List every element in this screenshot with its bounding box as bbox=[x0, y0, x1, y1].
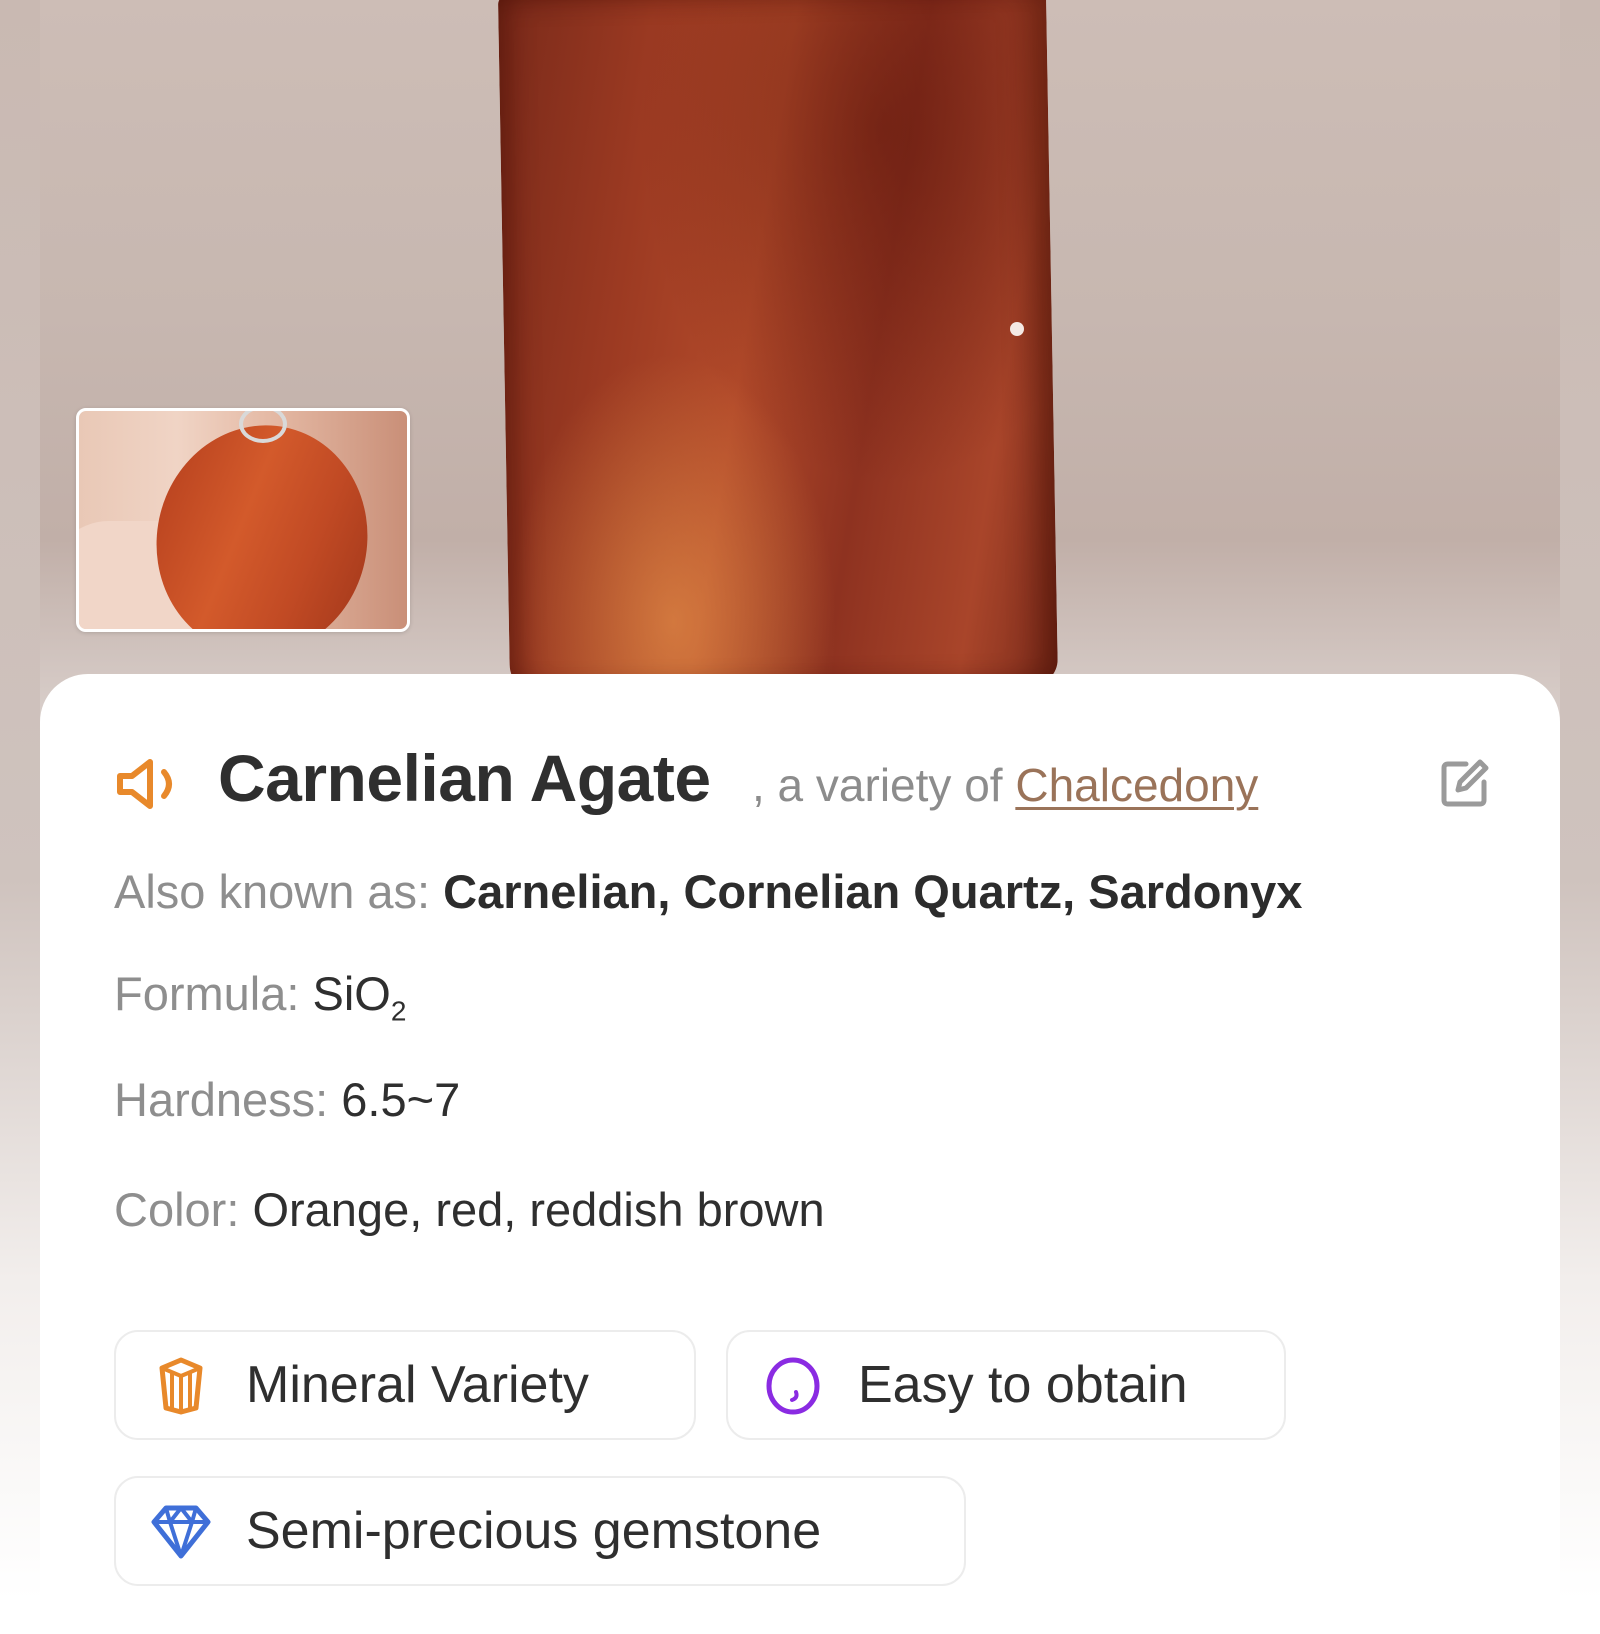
crystal-icon bbox=[159, 1357, 203, 1415]
tag-easy-to-obtain[interactable]: Easy to obtain bbox=[726, 1330, 1286, 1440]
info-card: Carnelian Agate , a variety of Chalcedon… bbox=[40, 674, 1560, 1634]
formula-row: Formula: SiO2 bbox=[114, 966, 406, 1027]
aka-row: Also known as: Carnelian, Cornelian Quar… bbox=[114, 864, 1302, 919]
formula-subscript: 2 bbox=[390, 995, 407, 1027]
hardness-value: 6.5~7 bbox=[341, 1073, 461, 1126]
aka-label: Also known as: bbox=[114, 865, 444, 918]
aka-value: Carnelian, Cornelian Quartz, Sardonyx bbox=[443, 865, 1303, 918]
hero-edge-right bbox=[1560, 0, 1600, 1600]
tag-label: Easy to obtain bbox=[858, 1356, 1188, 1414]
tag-mineral-variety[interactable]: Mineral Variety bbox=[114, 1330, 696, 1440]
photo-thumbnail[interactable] bbox=[76, 408, 410, 632]
oval-gem-icon bbox=[766, 1357, 820, 1415]
speaker-icon[interactable] bbox=[114, 754, 198, 814]
color-label: Color: bbox=[114, 1183, 253, 1236]
tag-semi-precious[interactable]: Semi-precious gemstone bbox=[114, 1476, 966, 1586]
color-value: Orange, red, reddish brown bbox=[252, 1183, 825, 1236]
variety-line: , a variety of Chalcedony bbox=[752, 758, 1258, 812]
color-row: Color: Orange, red, reddish brown bbox=[114, 1182, 825, 1237]
formula-main: SiO bbox=[312, 967, 391, 1020]
tag-label: Semi-precious gemstone bbox=[246, 1502, 822, 1560]
specimen-name: Carnelian Agate bbox=[218, 741, 711, 815]
diamond-icon bbox=[151, 1505, 211, 1559]
formula-label: Formula: bbox=[114, 967, 313, 1020]
hardness-label: Hardness: bbox=[114, 1073, 342, 1126]
specimen-photo bbox=[497, 0, 1059, 695]
formula-value: SiO2 bbox=[312, 967, 407, 1026]
hero-edge-left bbox=[0, 0, 40, 1600]
variety-link[interactable]: Chalcedony bbox=[1015, 759, 1258, 811]
tag-label: Mineral Variety bbox=[246, 1356, 589, 1414]
specimen-highlight bbox=[1010, 322, 1024, 336]
edit-icon[interactable] bbox=[1436, 756, 1492, 812]
hardness-row: Hardness: 6.5~7 bbox=[114, 1072, 460, 1127]
variety-prefix: , a variety of bbox=[752, 759, 1016, 811]
